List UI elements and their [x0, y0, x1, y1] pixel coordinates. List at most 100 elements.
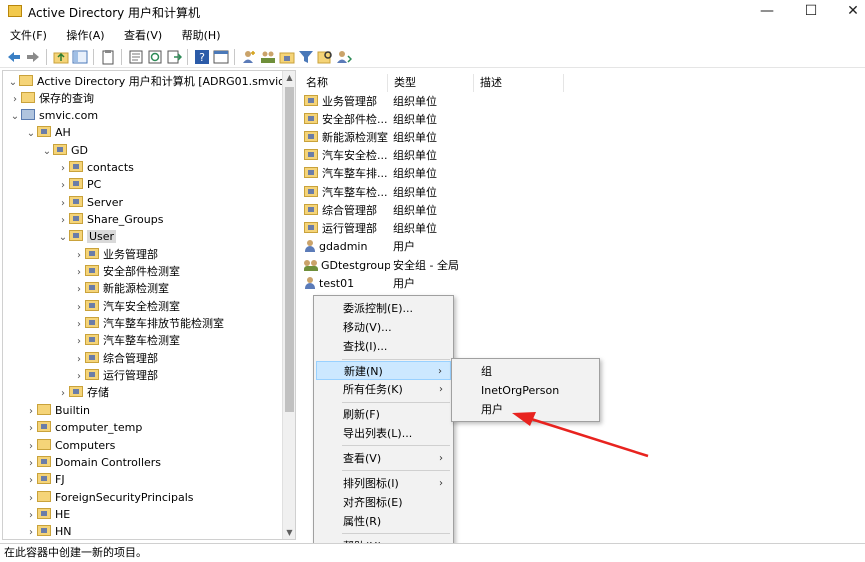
tree-item-he[interactable]: › HE: [25, 506, 70, 523]
tree-item-computer-temp[interactable]: › computer_temp: [25, 419, 142, 436]
menu-item-all-tasks[interactable]: 所有任务(K) ›: [316, 380, 451, 399]
tree-item-ah[interactable]: ⌄ AH: [25, 124, 71, 141]
chevron-down-icon[interactable]: ⌄: [7, 74, 19, 91]
menu-item-arrange-icons[interactable]: 排列图标(I) ›: [316, 474, 451, 493]
chevron-right-icon[interactable]: ›: [57, 177, 69, 194]
menu-item-find[interactable]: 查找(I)...: [316, 337, 451, 356]
tree-item-gd[interactable]: ⌄ GD: [41, 142, 88, 159]
back-icon[interactable]: [6, 49, 22, 65]
column-header-type[interactable]: 类型: [388, 74, 474, 92]
menu-item-delegate-control[interactable]: 委派控制(E)...: [316, 299, 451, 318]
submenu-item-inetorgperson[interactable]: InetOrgPerson: [454, 381, 597, 400]
chevron-right-icon[interactable]: ›: [9, 91, 21, 108]
minimize-button[interactable]: —: [745, 0, 789, 24]
delegate-icon[interactable]: [336, 49, 352, 65]
column-header-description[interactable]: 描述: [474, 74, 564, 92]
help-icon[interactable]: ?: [194, 49, 210, 65]
tree-item-user-child[interactable]: › 新能源检测室: [73, 280, 169, 297]
tree-item-user-child[interactable]: › 汽车安全检测室: [73, 298, 180, 315]
properties-icon[interactable]: [128, 49, 144, 65]
chevron-right-icon[interactable]: ›: [57, 160, 69, 177]
tree-item-hn[interactable]: › HN: [25, 523, 72, 539]
menu-item-new[interactable]: 新建(N) ›: [316, 361, 451, 380]
ou-folder-icon: [53, 144, 67, 155]
tree-item-user-child[interactable]: › 运行管理部: [73, 367, 158, 384]
tree-item-domain-controllers[interactable]: › Domain Controllers: [25, 454, 161, 471]
chevron-right-icon[interactable]: ›: [73, 264, 85, 281]
chevron-right-icon[interactable]: ›: [25, 472, 37, 489]
submenu-item-group[interactable]: 组: [454, 362, 597, 381]
chevron-down-icon[interactable]: ⌄: [41, 143, 53, 160]
menu-file[interactable]: 文件(F): [4, 26, 53, 44]
chevron-right-icon[interactable]: ›: [73, 247, 85, 264]
tree-item-saved-queries[interactable]: › 保存的查询: [9, 90, 94, 107]
chevron-right-icon[interactable]: ›: [73, 281, 85, 298]
tree-item-server[interactable]: › Server: [57, 194, 123, 211]
chevron-right-icon[interactable]: ›: [25, 490, 37, 507]
close-button[interactable]: ✕: [831, 0, 865, 24]
chevron-right-icon[interactable]: ›: [25, 403, 37, 420]
chevron-down-icon[interactable]: ⌄: [9, 108, 21, 125]
chevron-right-icon[interactable]: ›: [57, 195, 69, 212]
chevron-down-icon[interactable]: ⌄: [57, 229, 69, 246]
chevron-right-icon[interactable]: ›: [25, 524, 37, 539]
tree-scrollbar[interactable]: ▲ ▼: [282, 71, 295, 539]
tree-item-share-groups[interactable]: › Share_Groups: [57, 211, 163, 228]
scroll-down-icon[interactable]: ▼: [283, 528, 295, 537]
clipboard-icon[interactable]: [100, 49, 116, 65]
tree-root[interactable]: ⌄ Active Directory 用户和计算机 [ADRG01.smvic.c…: [7, 73, 295, 91]
tree-item-storage[interactable]: › 存储: [57, 384, 109, 401]
tree-item-foreign-security-principals[interactable]: › ForeignSecurityPrincipals: [25, 489, 194, 506]
menu-view[interactable]: 查看(V): [118, 26, 168, 44]
chevron-right-icon[interactable]: ›: [73, 351, 85, 368]
menu-item-refresh[interactable]: 刷新(F): [316, 405, 451, 424]
window-title: Active Directory 用户和计算机: [28, 6, 201, 20]
chevron-right-icon[interactable]: ›: [73, 316, 85, 333]
add-ou-icon[interactable]: [279, 49, 295, 65]
tree-item-pc[interactable]: › PC: [57, 176, 101, 193]
tree-item-fj[interactable]: › FJ: [25, 471, 65, 488]
filter-icon[interactable]: [298, 49, 314, 65]
tree-item-user-child[interactable]: › 汽车整车排放节能检测室: [73, 315, 224, 332]
tree-item-contacts[interactable]: › contacts: [57, 159, 134, 176]
menu-action[interactable]: 操作(A): [60, 26, 110, 44]
find-icon[interactable]: [317, 49, 333, 65]
chevron-right-icon[interactable]: ›: [73, 368, 85, 385]
menu-item-view[interactable]: 查看(V) ›: [316, 449, 451, 468]
menu-item-move[interactable]: 移动(V)...: [316, 318, 451, 337]
export-icon[interactable]: [166, 49, 182, 65]
tree-item-user-child[interactable]: › 汽车整车检测室: [73, 332, 180, 349]
chevron-right-icon[interactable]: ›: [57, 212, 69, 229]
forward-icon[interactable]: [25, 49, 41, 65]
chevron-right-icon[interactable]: ›: [25, 420, 37, 437]
tree-item-domain[interactable]: ⌄ smvic.com: [9, 107, 98, 124]
chevron-right-icon[interactable]: ›: [25, 507, 37, 524]
scroll-up-icon[interactable]: ▲: [283, 73, 295, 82]
add-group-icon[interactable]: [260, 49, 276, 65]
chevron-right-icon[interactable]: ›: [57, 385, 69, 402]
tree-item-user-child[interactable]: › 业务管理部: [73, 246, 158, 263]
tree-item-user-child[interactable]: › 综合管理部: [73, 350, 158, 367]
refresh-icon[interactable]: [147, 49, 163, 65]
show-tree-icon[interactable]: [72, 49, 88, 65]
tree-item-builtin[interactable]: › Builtin: [25, 402, 90, 419]
chevron-down-icon[interactable]: ⌄: [25, 125, 37, 142]
tree-pane[interactable]: ⌄ Active Directory 用户和计算机 [ADRG01.smvic.c…: [2, 70, 296, 540]
tree-item-computers[interactable]: › Computers: [25, 437, 115, 454]
menu-item-export-list[interactable]: 导出列表(L)...: [316, 424, 451, 443]
add-user-icon[interactable]: [241, 49, 257, 65]
menu-item-properties[interactable]: 属性(R): [316, 512, 451, 531]
menu-item-line-up-icons[interactable]: 对齐图标(E): [316, 493, 451, 512]
chevron-right-icon[interactable]: ›: [25, 438, 37, 455]
maximize-button[interactable]: ☐: [789, 0, 833, 24]
up-folder-icon[interactable]: [53, 49, 69, 65]
console-icon[interactable]: [213, 49, 229, 65]
chevron-right-icon[interactable]: ›: [73, 333, 85, 350]
tree-item-user-child[interactable]: › 安全部件检测室: [73, 263, 180, 280]
menu-help[interactable]: 帮助(H): [176, 26, 227, 44]
chevron-right-icon[interactable]: ›: [25, 455, 37, 472]
tree-item-user[interactable]: ⌄ User: [57, 228, 117, 246]
column-header-name[interactable]: 名称: [300, 74, 388, 92]
scrollbar-thumb[interactable]: [285, 87, 294, 412]
chevron-right-icon[interactable]: ›: [73, 299, 85, 316]
